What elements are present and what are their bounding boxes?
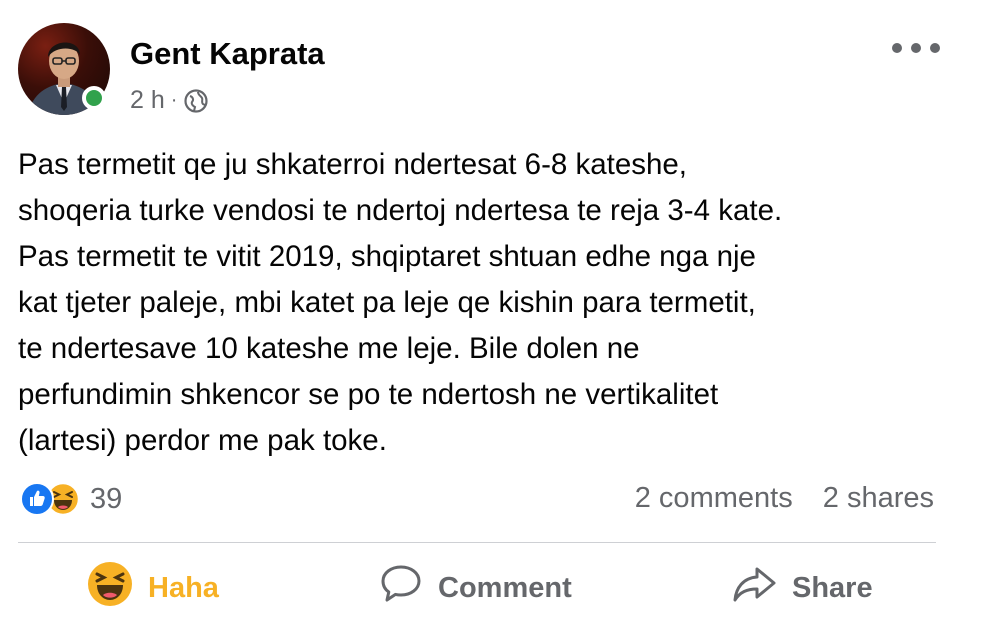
share-icon (730, 561, 778, 615)
post-time[interactable]: 2 h (130, 86, 165, 115)
post-body: Pas termetit qe ju shkaterroi ndertesat … (18, 142, 948, 464)
dot (911, 43, 921, 53)
post-body-line: Pas termetit qe ju shkaterroi ndertesat … (18, 148, 688, 181)
share-label: Share (792, 571, 873, 604)
more-options-icon[interactable] (892, 40, 940, 56)
meta-separator: · (170, 89, 178, 111)
reaction-count: 39 (90, 482, 123, 515)
haha-reaction-button[interactable]: Haha (86, 560, 219, 616)
post-body-line: te ndertesave 10 kateshe me leje. Bile d… (18, 332, 640, 365)
post-stats: 2 comments 2 shares (613, 482, 934, 515)
haha-label: Haha (148, 571, 219, 604)
online-status-dot (82, 86, 106, 110)
like-icon (20, 482, 54, 516)
comment-icon (378, 561, 424, 615)
shares-count-link[interactable]: 2 shares (823, 482, 934, 514)
share-button[interactable]: Share (730, 560, 873, 616)
comment-label: Comment (438, 571, 572, 604)
globe-icon[interactable] (183, 88, 209, 114)
post-body-line: kat tjeter paleje, mbi katet pa leje qe … (18, 286, 756, 319)
post-body-line: shoqeria turke vendosi te ndertoj nderte… (18, 194, 783, 227)
post-body-line: (lartesi) perdor me pak toke. (18, 424, 387, 457)
post-meta: 2 h · (130, 86, 209, 115)
comments-count-link[interactable]: 2 comments (635, 482, 793, 514)
comment-button[interactable]: Comment (378, 560, 572, 616)
facebook-post: Gent Kaprata 2 h · Pas termetit qe ju sh… (0, 0, 982, 629)
divider (18, 542, 936, 543)
dot (930, 43, 940, 53)
haha-icon (86, 560, 134, 616)
post-body-line: perfundimin shkencor se po te ndertosh n… (18, 378, 719, 411)
post-body-line: Pas termetit te vitit 2019, shqiptaret s… (18, 240, 756, 273)
author-name[interactable]: Gent Kaprata (130, 36, 325, 72)
reaction-summary[interactable]: 39 (20, 480, 122, 518)
dot (892, 43, 902, 53)
